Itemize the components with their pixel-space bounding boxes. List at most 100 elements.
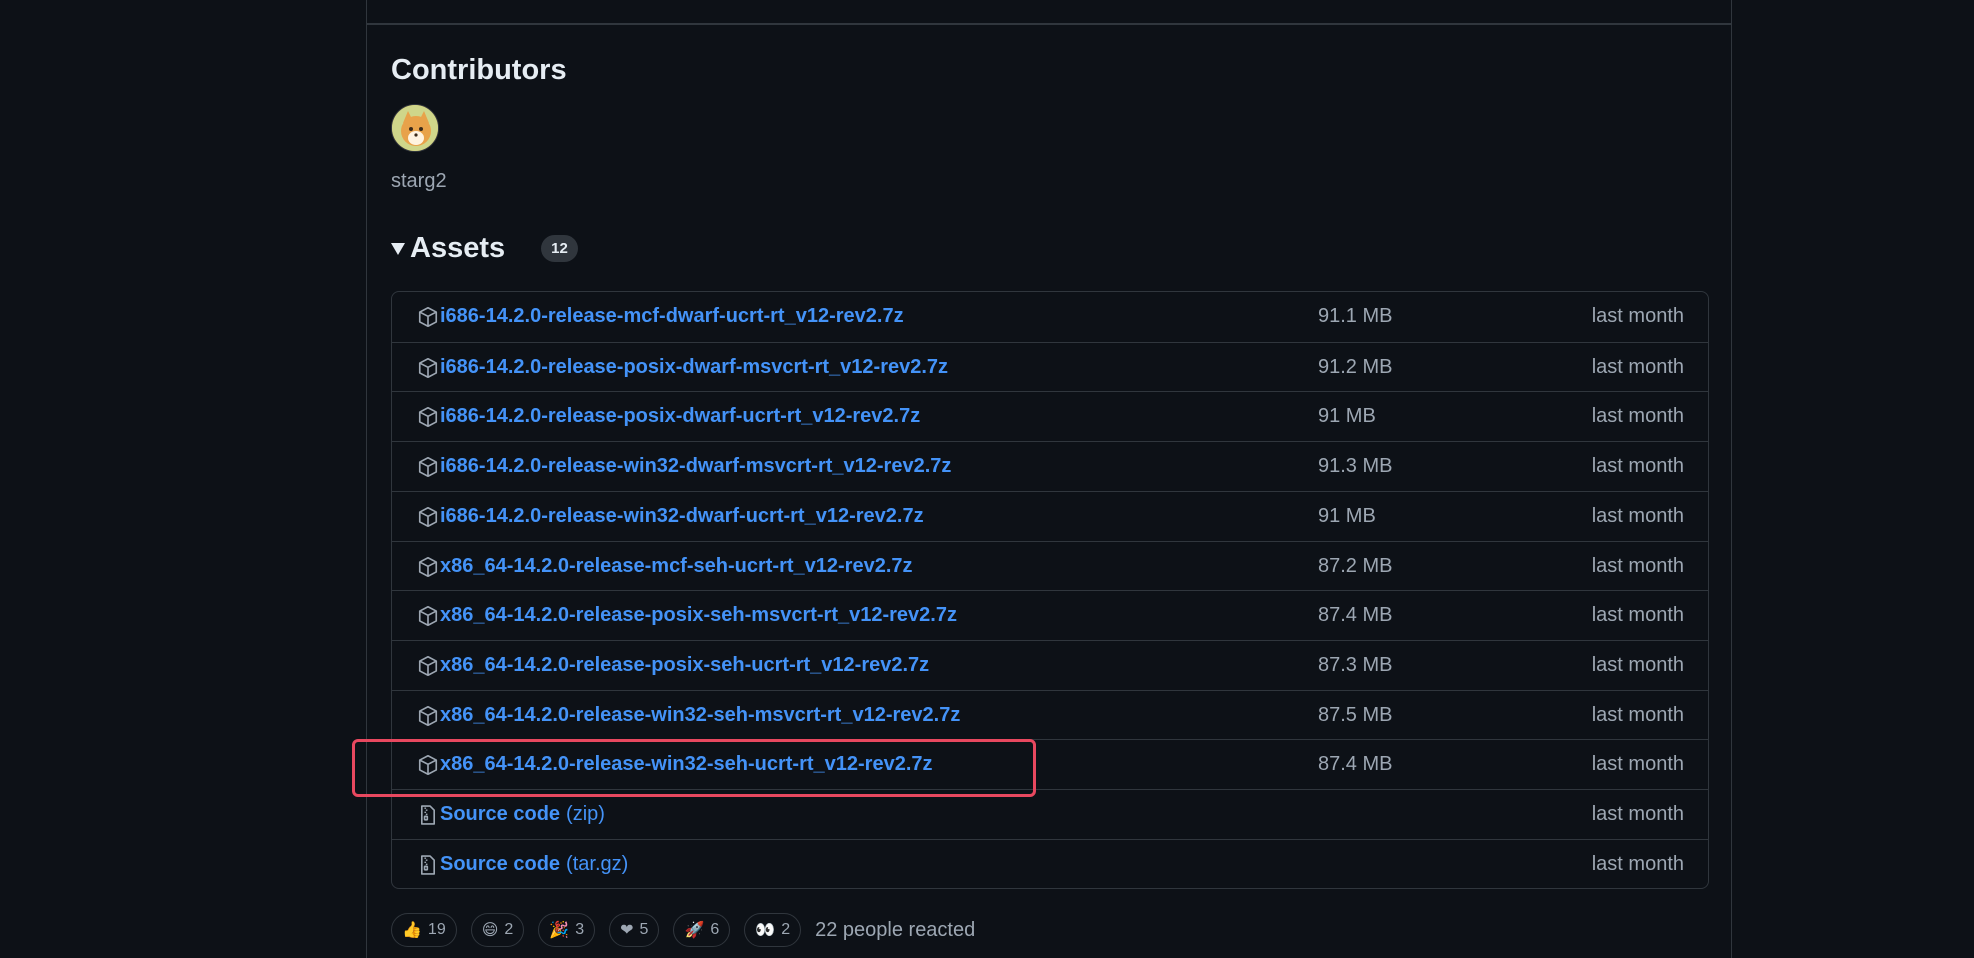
asset-date: last month (1591, 753, 1684, 776)
asset-name: i686-14.2.0-release-win32-dwarf-ucrt-rt_… (440, 504, 924, 527)
asset-download-link[interactable]: x86_64-14.2.0-release-mcf-seh-ucrt-rt_v1… (440, 555, 913, 578)
divider (366, 23, 1732, 25)
asset-size: 87.4 MB (1318, 604, 1393, 627)
asset-date: last month (1591, 405, 1684, 428)
file-zip-icon-svg (420, 805, 436, 825)
package-icon-svg (418, 457, 438, 478)
asset-download-link[interactable]: i686-14.2.0-release-mcf-dwarf-ucrt-rt_v1… (440, 305, 904, 328)
asset-download-link[interactable]: i686-14.2.0-release-win32-dwarf-ucrt-rt_… (440, 505, 924, 528)
asset-row: Source code (tar.gz) last month (392, 838, 1708, 888)
reaction-emoji-icon: 🎉 (549, 922, 570, 939)
reaction-count: 3 (575, 921, 585, 938)
asset-date: last month (1591, 554, 1684, 577)
asset-name: i686-14.2.0-release-posix-dwarf-ucrt-rt_… (440, 405, 921, 428)
fox-avatar-icon (392, 105, 438, 151)
reactions-bar: 👍 19 😄 2 🎉 3 ❤ 5 🚀 6 👀 2 22 people reacted (391, 913, 975, 947)
avatar[interactable] (391, 104, 439, 152)
asset-name: x86_64-14.2.0-release-mcf-seh-ucrt-rt_v1… (440, 554, 913, 577)
package-icon (417, 654, 439, 678)
package-icon-svg (418, 407, 438, 428)
asset-name: x86_64-14.2.0-release-posix-seh-ucrt-rt_… (440, 653, 930, 676)
asset-download-link[interactable]: x86_64-14.2.0-release-posix-seh-ucrt-rt_… (440, 654, 929, 677)
reaction-button[interactable]: 👀 2 (744, 913, 802, 947)
reaction-count: 5 (639, 921, 649, 938)
package-icon (417, 704, 439, 728)
assets-heading: Assets (410, 231, 506, 264)
asset-size: 91 MB (1318, 405, 1376, 428)
asset-row: x86_64-14.2.0-release-win32-seh-msvcrt-r… (392, 689, 1708, 740)
reaction-button[interactable]: 😄 2 (470, 913, 525, 947)
highlight-box (352, 739, 1036, 797)
asset-size: 87.5 MB (1318, 703, 1393, 726)
package-icon (417, 356, 439, 380)
package-icon-svg (418, 705, 438, 726)
asset-name: i686-14.2.0-release-posix-dwarf-msvcrt-r… (440, 355, 949, 378)
package-icon (417, 405, 439, 429)
package-icon (417, 505, 439, 529)
disclosure-triangle-icon (391, 243, 405, 255)
reaction-button[interactable]: 👍 19 (391, 913, 457, 947)
file-zip-icon-svg (420, 854, 436, 875)
asset-size: 87.2 MB (1318, 554, 1393, 577)
asset-size: 91 MB (1318, 504, 1376, 527)
contributors-heading: Contributors (391, 54, 567, 86)
assets-count-badge: 12 (541, 234, 578, 262)
asset-download-link[interactable]: x86_64-14.2.0-release-posix-seh-msvcrt-r… (440, 604, 957, 627)
asset-row: i686-14.2.0-release-posix-dwarf-ucrt-rt_… (392, 391, 1708, 441)
asset-date: last month (1591, 604, 1684, 627)
reaction-count: 2 (781, 921, 791, 938)
reaction-count: 19 (427, 921, 446, 938)
asset-size: 91.3 MB (1318, 455, 1393, 478)
asset-date: last month (1591, 355, 1684, 378)
asset-date: last month (1591, 653, 1684, 676)
asset-name: Source code (440, 852, 561, 875)
package-icon-svg (418, 556, 438, 577)
asset-name: x86_64-14.2.0-release-posix-seh-msvcrt-r… (440, 604, 957, 627)
asset-row: i686-14.2.0-release-win32-dwarf-ucrt-rt_… (392, 490, 1708, 541)
asset-extension: (zip) (566, 803, 605, 825)
reaction-emoji-icon: 🚀 (684, 922, 705, 939)
asset-download-link[interactable]: i686-14.2.0-release-win32-dwarf-msvcrt-r… (440, 455, 951, 478)
reaction-emoji-icon: 👍 (402, 922, 422, 939)
asset-date: last month (1591, 852, 1684, 875)
package-icon (417, 555, 439, 579)
asset-download-link[interactable]: i686-14.2.0-release-posix-dwarf-ucrt-rt_… (440, 405, 920, 428)
asset-date: last month (1591, 703, 1684, 726)
reactions-summary: 22 people reacted (815, 918, 976, 941)
asset-date: last month (1591, 305, 1684, 327)
package-icon (417, 604, 439, 628)
asset-download-link[interactable]: i686-14.2.0-release-posix-dwarf-msvcrt-r… (440, 356, 948, 379)
package-icon-svg (418, 506, 438, 527)
asset-row: x86_64-14.2.0-release-posix-seh-ucrt-rt_… (392, 639, 1708, 690)
assets-list: i686-14.2.0-release-mcf-dwarf-ucrt-rt_v1… (391, 291, 1709, 889)
asset-date: last month (1591, 455, 1684, 478)
asset-size: 91.2 MB (1318, 355, 1393, 378)
asset-download-link[interactable]: x86_64-14.2.0-release-win32-seh-msvcrt-r… (440, 704, 960, 727)
asset-name: i686-14.2.0-release-win32-dwarf-msvcrt-r… (440, 455, 952, 478)
assets-summary[interactable]: Assets 12 (391, 230, 578, 266)
reaction-button[interactable]: ❤ 5 (609, 913, 660, 947)
file-zip-icon (417, 803, 439, 827)
asset-row: i686-14.2.0-release-mcf-dwarf-ucrt-rt_v1… (392, 292, 1708, 342)
package-icon-svg (418, 306, 438, 328)
asset-row: x86_64-14.2.0-release-mcf-seh-ucrt-rt_v1… (392, 540, 1708, 591)
reaction-emoji-icon: 😄 (481, 922, 499, 939)
reaction-count: 2 (504, 921, 514, 938)
asset-download-link[interactable]: Source code (zip) (440, 803, 605, 826)
asset-date: last month (1591, 504, 1684, 527)
asset-download-link[interactable]: Source code (tar.gz) (440, 853, 628, 876)
reaction-count: 6 (710, 921, 720, 938)
file-zip-icon (417, 853, 439, 877)
package-icon (417, 455, 439, 479)
asset-size: 91.1 MB (1318, 305, 1393, 327)
asset-name: i686-14.2.0-release-mcf-dwarf-ucrt-rt_v1… (440, 305, 904, 327)
package-icon-svg (418, 606, 438, 627)
asset-size: 87.4 MB (1318, 753, 1393, 776)
reaction-emoji-icon: ❤ (620, 922, 634, 939)
reaction-button[interactable]: 🎉 3 (538, 913, 596, 947)
asset-date: last month (1591, 803, 1684, 825)
package-icon-svg (418, 655, 438, 676)
contributor-name[interactable]: starg2 (391, 170, 447, 193)
package-icon-svg (418, 357, 438, 378)
reaction-button[interactable]: 🚀 6 (673, 913, 731, 947)
